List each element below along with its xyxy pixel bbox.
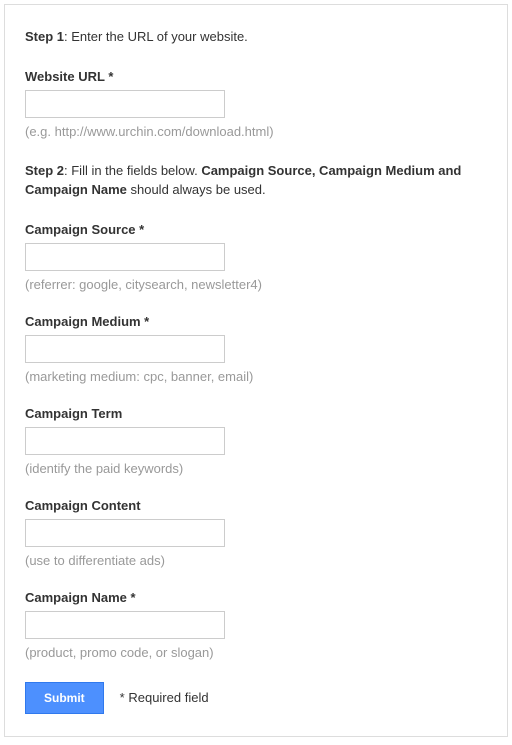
campaign-content-input[interactable] [25,519,225,547]
step-2-label: Step 2 [25,163,64,178]
step-1: Step 1: Enter the URL of your website. [25,27,487,47]
campaign-term-group: Campaign Term (identify the paid keyword… [25,406,487,476]
step-1-text: Step 1: Enter the URL of your website. [25,27,487,47]
form-footer: Submit * Required field [25,682,487,714]
website-url-hint: (e.g. http://www.urchin.com/download.htm… [25,124,487,139]
website-url-input[interactable] [25,90,225,118]
campaign-source-input[interactable] [25,243,225,271]
campaign-name-hint: (product, promo code, or slogan) [25,645,487,660]
campaign-medium-input[interactable] [25,335,225,363]
campaign-name-group: Campaign Name * (product, promo code, or… [25,590,487,660]
campaign-source-label: Campaign Source * [25,222,487,237]
step-2: Step 2: Fill in the fields below. Campai… [25,161,487,200]
required-note: * Required field [120,690,209,705]
campaign-content-group: Campaign Content (use to differentiate a… [25,498,487,568]
step-1-desc: : Enter the URL of your website. [64,29,248,44]
campaign-source-group: Campaign Source * (referrer: google, cit… [25,222,487,292]
campaign-term-input[interactable] [25,427,225,455]
campaign-medium-group: Campaign Medium * (marketing medium: cpc… [25,314,487,384]
step-1-label: Step 1 [25,29,64,44]
campaign-medium-label: Campaign Medium * [25,314,487,329]
campaign-name-input[interactable] [25,611,225,639]
website-url-label: Website URL * [25,69,487,84]
campaign-source-hint: (referrer: google, citysearch, newslette… [25,277,487,292]
campaign-medium-hint: (marketing medium: cpc, banner, email) [25,369,487,384]
step-2-after: should always be used. [127,182,266,197]
step-2-text: Step 2: Fill in the fields below. Campai… [25,161,487,200]
website-url-group: Website URL * (e.g. http://www.urchin.co… [25,69,487,139]
step-2-before: : Fill in the fields below. [64,163,201,178]
campaign-content-hint: (use to differentiate ads) [25,553,487,568]
campaign-term-hint: (identify the paid keywords) [25,461,487,476]
campaign-content-label: Campaign Content [25,498,487,513]
campaign-name-label: Campaign Name * [25,590,487,605]
campaign-term-label: Campaign Term [25,406,487,421]
submit-button[interactable]: Submit [25,682,104,714]
form-container: Step 1: Enter the URL of your website. W… [4,4,508,737]
